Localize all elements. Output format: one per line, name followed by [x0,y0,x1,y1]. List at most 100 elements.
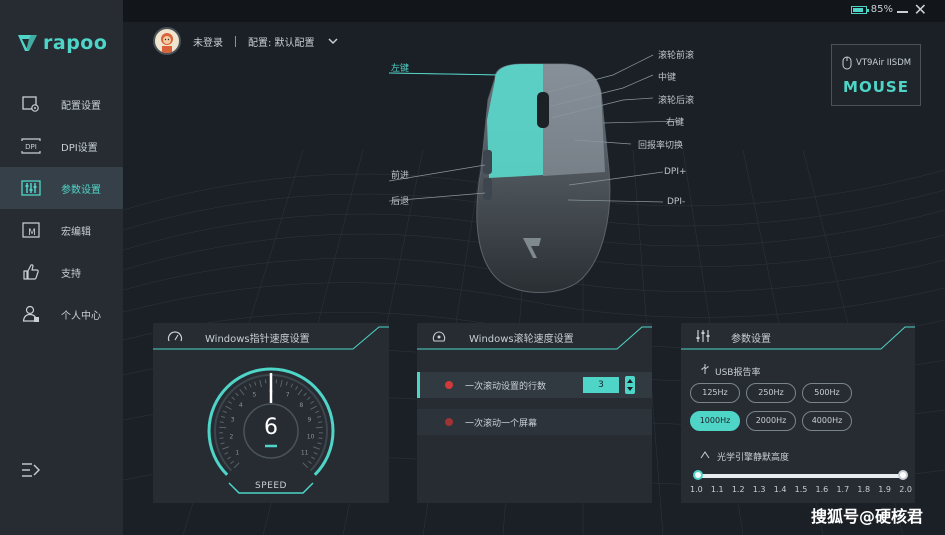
dial-tick [317,442,322,445]
dial-tick [313,452,318,455]
speed-dial[interactable]: 1234567891011 [153,323,389,503]
device-name: VT9Air IISDM [856,58,912,68]
callout-dpi-plus[interactable]: DPI+ [664,167,687,177]
header-accent [681,326,915,350]
slider-tick-label: 2.0 [899,485,912,494]
sidebar-item-params[interactable]: 参数设置 [0,167,123,209]
dial-tick [312,446,320,450]
usb-rate-4000hz[interactable]: 4000Hz [802,411,852,431]
dial-tick [230,460,234,465]
dial-tick [222,446,230,450]
main-area: 85% ✕ 未登录 配置: 默认配置 左键 滚轮前滚 中键 滚轮后滚 右键 回报… [123,0,945,535]
scroll-lines-stepper[interactable] [625,376,635,394]
dial-tick [303,392,307,397]
dial-tick [310,405,317,410]
dial-tick [220,442,225,445]
slider-tick-label: 1.8 [857,485,871,494]
slider-thumb[interactable] [693,470,703,480]
sidebar-item-macro[interactable]: M 宏编辑 [0,209,123,251]
callout-middle-button[interactable]: 中键 [658,70,676,83]
usb-rate-1000hz[interactable]: 1000Hz [690,411,740,431]
radio-dot[interactable] [445,381,453,389]
usb-rate-label: USB报告率 [715,368,761,378]
callout-forward[interactable]: 前进 [391,168,409,181]
dial-tick [311,456,316,460]
usb-icon [701,364,709,374]
slider-tick-label: 1.4 [773,485,787,494]
dial-tick [224,452,229,455]
dial-number: 8 [299,402,303,409]
pointer-speed-panel: Windows指针速度设置 1234567891011 6 SPEED [153,323,389,503]
dial-tick [233,462,240,469]
callout-right-button[interactable]: 右键 [666,115,684,128]
sidebar-item-label: 支持 [61,268,81,280]
dial-number: 4 [239,402,243,409]
dial-tick [248,383,252,388]
sidebar-item-config[interactable]: 配置设置 [0,83,123,125]
scroll-lines-row[interactable]: 一次滚动设置的行数 3 [417,372,652,398]
sidebar-nav: 配置设置 DPI DPI设置 参数设置 M 宏编辑 支持 个人中心 [0,83,123,335]
speed-label: SPEED [255,481,287,491]
slider-tick-label: 1.9 [878,485,892,494]
params-panel: 参数设置 USB报告率 125Hz 250Hz 500Hz 1000Hz 2000Hz 4… [681,323,915,503]
sidebar-item-user-center[interactable]: 个人中心 [0,293,123,335]
usb-rate-2000hz[interactable]: 2000Hz [746,411,796,431]
usb-rate-500hz[interactable]: 500Hz [802,383,852,403]
dial-tick [297,389,303,396]
device-type: MOUSE [843,78,909,96]
radio-dot[interactable] [445,418,453,426]
sidebar-item-label: 配置设置 [61,100,101,112]
callout-report-rate-switch[interactable]: 回报率切换 [638,138,683,151]
dpi-icon: DPI [21,137,41,155]
pointer-speed-value: 6 [264,415,278,440]
slider-tick-label: 1.1 [710,485,724,494]
sidebar-item-label: 宏编辑 [61,226,91,238]
svg-text:DPI: DPI [25,143,37,151]
dial-tick [254,381,257,386]
callout-dpi-minus[interactable]: DPI- [667,197,685,207]
mouse-diagram: 左键 滚轮前滚 中键 滚轮后滚 右键 回报率切换 前进 后退 DPI+ DPI- [123,0,945,320]
sidebar: rapoo 配置设置 DPI DPI设置 参数设置 M 宏编辑 支持 个人中心 [0,0,123,535]
dial-number: 1 [235,450,239,457]
dial-number: 11 [301,450,309,457]
dial-tick [259,380,262,388]
mouse-image [388,54,684,293]
dial-tick [244,386,247,390]
dial-tick [295,386,298,390]
callout-left-button[interactable]: 左键 [391,61,409,74]
panel-header: Windows滚轮速度设置 [417,323,652,350]
scroll-screen-row[interactable]: 一次滚动一个屏幕 [417,409,652,435]
sensor-icon [700,451,710,459]
callout-scroll-back[interactable]: 滚轮后滚 [658,93,694,106]
dial-tick [290,383,294,388]
slider-tick-label: 1.7 [836,485,850,494]
dial-tick [302,462,309,469]
slider-tick-label: 1.2 [731,485,745,494]
config-icon [21,95,41,113]
brand-name: rapoo [43,32,108,54]
dial-tick [280,380,283,388]
scroll-lines-input[interactable]: 3 [583,377,619,393]
sidebar-item-support[interactable]: 支持 [0,251,123,293]
macro-icon: M [21,221,41,239]
rapoo-logo: rapoo [17,32,107,54]
svg-text:M: M [28,228,36,238]
device-card[interactable]: VT9Air IISDM MOUSE [831,44,921,106]
slider-tick-label: 1.0 [690,485,703,494]
menu-icon[interactable] [21,461,41,479]
lift-height-slider[interactable] [693,470,908,480]
panel-header: 参数设置 [681,323,915,350]
dial-number: 7 [286,392,290,399]
usb-rate-250hz[interactable]: 250Hz [746,383,796,403]
callout-scroll-forward[interactable]: 滚轮前滚 [658,48,694,61]
params-icon [21,179,41,197]
usb-rate-125hz[interactable]: 125Hz [690,383,740,403]
sidebar-item-label: 参数设置 [61,184,101,196]
watermark: 搜狐号@硬核君 [810,507,923,526]
dial-tick [231,396,236,400]
sidebar-item-dpi[interactable]: DPI DPI设置 [0,125,123,167]
callout-back[interactable]: 后退 [391,194,409,207]
user-center-icon [21,305,41,323]
rapoo-logo-icon [18,35,37,51]
slider-tick-label: 1.3 [752,485,766,494]
